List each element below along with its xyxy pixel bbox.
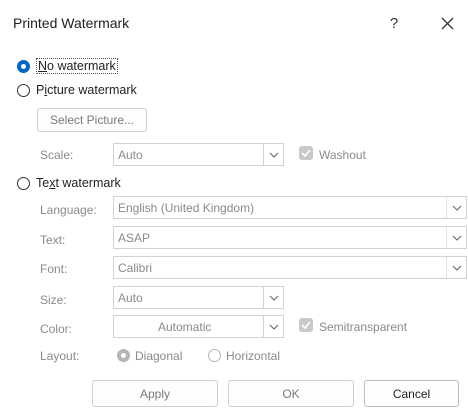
size-label: Size: bbox=[40, 293, 67, 307]
close-icon bbox=[441, 17, 453, 29]
text-label: Text: bbox=[40, 233, 66, 247]
layout-horizontal-label: Horizontal bbox=[226, 349, 281, 363]
close-button[interactable] bbox=[436, 12, 458, 34]
checkmark-icon bbox=[301, 149, 311, 157]
scale-combo[interactable]: Auto bbox=[113, 143, 284, 166]
language-combo[interactable]: English (United Kingdom) bbox=[113, 196, 467, 219]
picture-watermark-radio[interactable] bbox=[17, 84, 30, 97]
no-watermark-label[interactable]: No watermark bbox=[36, 58, 118, 74]
layout-diagonal-radio[interactable] bbox=[117, 349, 130, 362]
help-icon: ? bbox=[389, 14, 399, 32]
semitransparent-checkbox[interactable] bbox=[299, 318, 313, 332]
scale-label: Scale: bbox=[40, 148, 74, 162]
picture-watermark-label[interactable]: Picture watermark bbox=[36, 83, 137, 97]
no-watermark-radio[interactable] bbox=[17, 60, 30, 73]
semitransparent-label: Semitransparent bbox=[319, 320, 408, 334]
select-picture-button[interactable]: Select Picture... bbox=[37, 108, 147, 132]
size-combo[interactable]: Auto bbox=[113, 286, 284, 309]
layout-label: Layout: bbox=[40, 349, 80, 363]
layout-horizontal-radio[interactable] bbox=[208, 349, 221, 362]
apply-button[interactable]: Apply bbox=[92, 380, 218, 407]
text-combo[interactable]: ASAP bbox=[113, 226, 467, 249]
language-label: Language: bbox=[40, 203, 97, 217]
ok-button[interactable]: OK bbox=[228, 380, 354, 407]
font-combo[interactable]: Calibri bbox=[113, 256, 467, 279]
size-value: Auto bbox=[118, 291, 143, 305]
chevron-down-icon bbox=[263, 144, 283, 165]
font-label: Font: bbox=[40, 262, 68, 276]
text-watermark-label[interactable]: Text watermark bbox=[36, 176, 121, 190]
language-value: English (United Kingdom) bbox=[118, 201, 255, 215]
checkmark-icon bbox=[301, 321, 311, 329]
dialog-title: Printed Watermark bbox=[13, 15, 130, 31]
chevron-down-icon bbox=[263, 287, 283, 308]
chevron-down-icon bbox=[263, 316, 283, 337]
color-combo[interactable]: Automatic bbox=[113, 315, 284, 338]
washout-checkbox[interactable] bbox=[299, 146, 313, 160]
scale-value: Auto bbox=[118, 148, 143, 162]
color-value: Automatic bbox=[158, 320, 212, 334]
chevron-down-icon bbox=[446, 227, 466, 248]
chevron-down-icon bbox=[446, 257, 466, 278]
color-label: Color: bbox=[40, 322, 73, 336]
text-value: ASAP bbox=[118, 231, 151, 245]
chevron-down-icon bbox=[446, 197, 466, 218]
washout-label: Washout bbox=[319, 148, 366, 162]
cancel-button[interactable]: Cancel bbox=[364, 380, 459, 407]
help-button[interactable]: ? bbox=[383, 12, 405, 34]
layout-diagonal-label: Diagonal bbox=[135, 349, 183, 363]
font-value: Calibri bbox=[118, 261, 153, 275]
text-watermark-radio[interactable] bbox=[17, 177, 30, 190]
